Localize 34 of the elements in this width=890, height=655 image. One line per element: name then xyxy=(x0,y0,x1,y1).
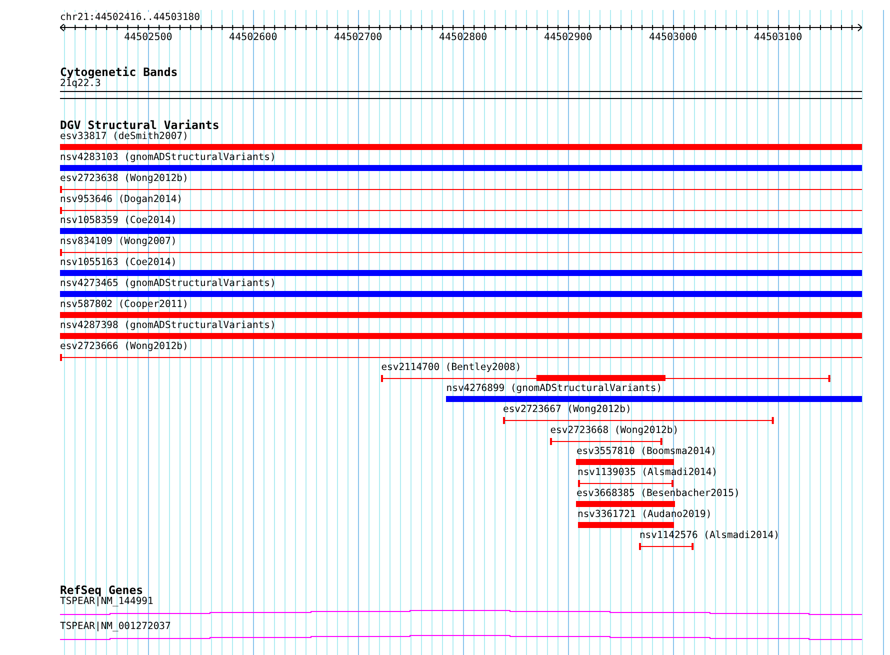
tick-label: 44502900 xyxy=(544,32,592,44)
variant-label: esv2723638 (Wong2012b) xyxy=(60,173,188,185)
variant-label: nsv4283103 (gnomADStructuralVariants) xyxy=(60,152,276,164)
variant-label: nsv834109 (Wong2007) xyxy=(60,236,177,248)
variant-label: nsv4287398 (gnomADStructuralVariants) xyxy=(60,320,276,332)
variant-label: nsv1058359 (Coe2014) xyxy=(60,215,177,227)
variant-label: esv2114700 (Bentley2008) xyxy=(381,362,522,374)
tick-label: 44503000 xyxy=(648,32,698,44)
variant-label: nsv953646 (Dogan2014) xyxy=(60,194,182,206)
gene-label: TSPEAR|NM_144991 xyxy=(60,596,154,608)
variant-label: nsv1055163 (Coe2014) xyxy=(60,257,177,269)
variant-label: nsv4273465 (gnomADStructuralVariants) xyxy=(60,278,276,290)
track-title: Cytogenetic Bands xyxy=(60,66,178,78)
variant-label: esv3557810 (Boomsma2014) xyxy=(576,446,716,458)
variant-label: esv2723668 (Wong2012b) xyxy=(550,425,679,437)
variant-label: esv33817 (deSmith2007) xyxy=(60,131,188,143)
tick-label: 44502700 xyxy=(334,32,382,44)
tick-label: 44502800 xyxy=(439,32,488,44)
variant-label: nsv1139035 (Alsmadi2014) xyxy=(578,467,718,479)
track-title: RefSeq Genes xyxy=(60,584,144,596)
band-label: 21q22.3 xyxy=(60,78,101,90)
variant-label: esv2723667 (Wong2012b) xyxy=(502,404,632,416)
tick-label: 44503100 xyxy=(754,32,802,44)
variant-label: nsv587802 (Cooper2011) xyxy=(60,299,188,311)
variant-label: nsv4276899 (gnomADStructuralVariants) xyxy=(446,383,662,395)
tick-label: 44502600 xyxy=(229,32,278,44)
variant-label: esv2723666 (Wong2012b) xyxy=(60,341,188,353)
tick-label: 44502500 xyxy=(124,32,172,44)
region-label: chr21:44502416..44503180 xyxy=(60,12,200,24)
variant-label: nsv3361721 (Audano2019) xyxy=(578,509,712,521)
variant-label: nsv1142576 (Alsmadi2014) xyxy=(639,530,780,542)
gene-label: TSPEAR|NM_001272037 xyxy=(60,621,171,633)
track-title: DGV Structural Variants xyxy=(60,119,220,131)
variant-label: esv3668385 (Besenbacher2015) xyxy=(576,488,740,500)
